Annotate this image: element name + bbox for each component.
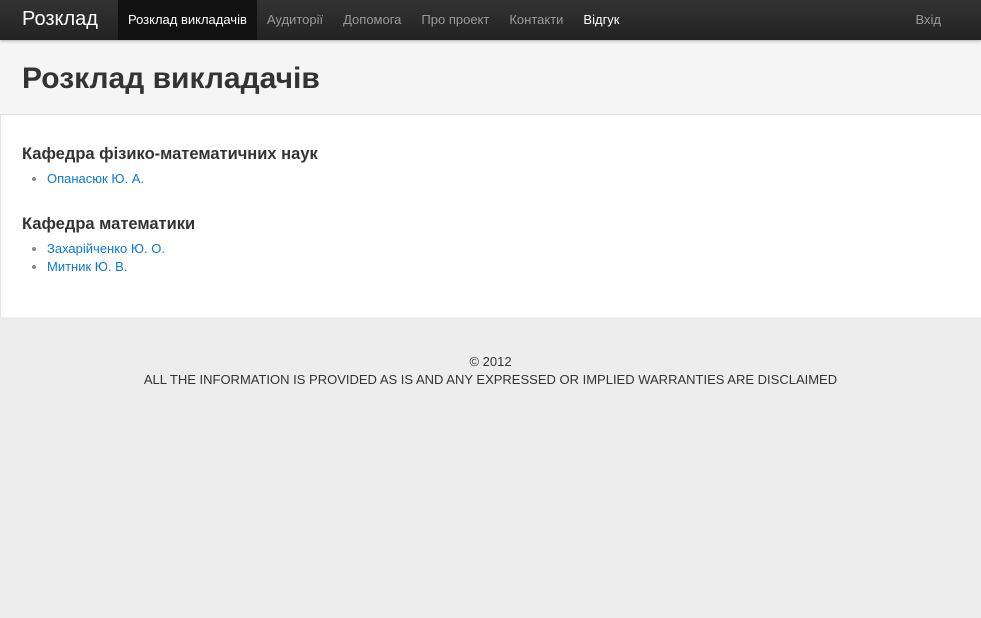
nav-help[interactable]: Допомога [333, 0, 411, 40]
disclaimer: ALL THE INFORMATION IS PROVIDED AS IS AN… [143, 372, 838, 387]
nav-about[interactable]: Про проект [411, 0, 499, 40]
page-title: Розклад викладачів [22, 62, 320, 95]
nav-auditoriums[interactable]: Аудиторії [257, 0, 333, 40]
department-heading: Кафедра математики [22, 215, 196, 233]
teacher-list: Опанасюк Ю. А. [47, 170, 960, 188]
footer: © 2012 ALL THE INFORMATION IS PROVIDED A… [0, 317, 981, 389]
teacher-list: Захарійченко Ю. О. Митник Ю. В. [47, 240, 960, 276]
department-heading: Кафедра фізико-математичних наук [22, 145, 318, 163]
list-item: Опанасюк Ю. А. [47, 170, 960, 188]
nav-contacts[interactable]: Контакти [499, 0, 573, 40]
teacher-link[interactable]: Опанасюк Ю. А. [47, 171, 144, 186]
login-link[interactable]: Вхід [916, 0, 942, 40]
navbar: Розклад Розклад викладачів Аудиторії Доп… [0, 0, 981, 40]
list-item: Захарійченко Ю. О. [47, 240, 960, 258]
teacher-link[interactable]: Митник Ю. В. [47, 259, 127, 274]
copyright: © 2012 [469, 354, 512, 369]
nav-teachers-schedule[interactable]: Розклад викладачів [117, 0, 257, 40]
brand-link[interactable]: Розклад [0, 0, 118, 40]
teacher-link[interactable]: Захарійченко Ю. О. [47, 241, 165, 256]
page-header: Розклад викладачів [0, 40, 981, 115]
list-item: Митник Ю. В. [47, 258, 960, 276]
nav-feedback[interactable]: Відгук [573, 0, 629, 40]
main-content: Кафедра фізико-математичних наук Опанасю… [0, 115, 981, 317]
